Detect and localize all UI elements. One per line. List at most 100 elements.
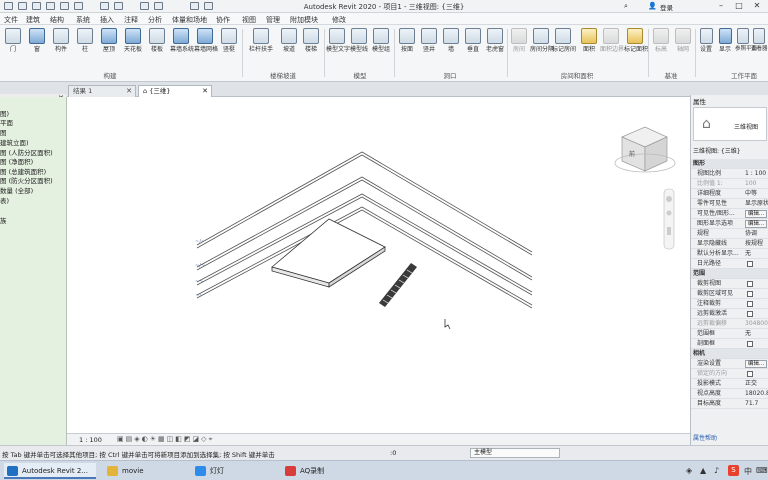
minimize-button[interactable]: –	[714, 1, 728, 11]
navigation-bar[interactable]	[663, 188, 675, 250]
taskbar-movie[interactable]: movie	[104, 463, 184, 479]
property-checkbox[interactable]	[747, 281, 753, 287]
zoom-icon[interactable]	[666, 210, 672, 216]
level-button[interactable]: 标高	[650, 28, 672, 53]
property-edit-button[interactable]: 编辑...	[745, 220, 767, 228]
menu-massing[interactable]: 体量和场地	[172, 15, 207, 25]
model-selector[interactable]: 主模型	[470, 448, 560, 458]
menu-annotate[interactable]: 注释	[124, 15, 138, 25]
property-value[interactable]: 协调	[745, 229, 757, 239]
property-row[interactable]: 视点高度 18020.8	[691, 389, 768, 399]
tree-item[interactable]: 图	[0, 127, 7, 137]
properties-help-link[interactable]: 属性帮助	[693, 433, 717, 442]
instance-selector[interactable]: 三维视图: {三维}	[693, 147, 767, 157]
property-checkbox[interactable]	[747, 371, 753, 377]
property-value[interactable]: 正交	[745, 379, 757, 389]
menu-view[interactable]: 视图	[242, 15, 256, 25]
property-row[interactable]: 可见性/图形... 编辑...	[691, 209, 768, 219]
tree-item[interactable]: 建筑立面)	[0, 137, 29, 147]
property-row[interactable]: 注释裁剪	[691, 299, 768, 309]
set-workplane-button[interactable]: 设置	[697, 28, 715, 53]
grid-button[interactable]: 轴网	[672, 28, 694, 53]
property-row[interactable]: 远剪裁激活	[691, 309, 768, 319]
ceiling-button[interactable]: 天花板	[122, 28, 144, 53]
ref-plane-button[interactable]: 参照平面	[735, 28, 757, 53]
property-row[interactable]: 规程 协调	[691, 229, 768, 239]
component-button[interactable]: 构件	[50, 28, 72, 53]
property-row[interactable]: 目标高度 71.7	[691, 399, 768, 409]
shield-icon[interactable]: ◈	[686, 466, 692, 475]
property-row[interactable]: 视图比例 1 : 100	[691, 169, 768, 179]
network-icon[interactable]: ▲	[700, 466, 706, 475]
property-value[interactable]: 显示原状	[745, 199, 768, 209]
menu-file[interactable]: 文件	[4, 15, 18, 25]
property-row[interactable]: 零件可见性 显示原状	[691, 199, 768, 209]
sign-in-link[interactable]: 登录	[660, 2, 673, 12]
property-row[interactable]: 范围框 无	[691, 329, 768, 339]
property-category[interactable]: 范围	[691, 269, 768, 279]
property-checkbox[interactable]	[747, 261, 753, 267]
railing-button[interactable]: 栏杆扶手	[248, 28, 274, 53]
tree-item[interactable]: 图 (净面积)	[0, 156, 33, 166]
property-checkbox[interactable]	[747, 341, 753, 347]
input-app-icon[interactable]: S	[728, 465, 739, 476]
shaft-button[interactable]: 竖井	[418, 28, 440, 53]
model-text-button[interactable]: 模型文字	[326, 28, 350, 53]
steering-wheel-icon[interactable]	[666, 196, 672, 202]
property-row[interactable]: 裁剪视图	[691, 279, 768, 289]
view-scale[interactable]: 1 : 100	[79, 436, 102, 444]
tree-item[interactable]: 数量 (全部)	[0, 185, 33, 195]
tab-result[interactable]: 结果 1 ✕	[68, 85, 136, 97]
user-icon[interactable]: 👤	[648, 2, 657, 10]
menu-architecture[interactable]: 建筑	[26, 15, 40, 25]
property-checkbox[interactable]	[747, 311, 753, 317]
orbit-icon[interactable]	[667, 227, 671, 235]
close-icon[interactable]: ✕	[202, 86, 208, 96]
vertical-button[interactable]: 垂直	[462, 28, 484, 53]
property-checkbox[interactable]	[747, 301, 753, 307]
curtain-grid-button[interactable]: 幕墙网格	[194, 28, 218, 53]
room-button[interactable]: 房间	[508, 28, 530, 53]
property-row[interactable]: 日光路径	[691, 259, 768, 269]
drawing-canvas[interactable]: ~/~ ~/~ ~~ ~~ 前	[67, 97, 690, 433]
property-value[interactable]: 按规程	[745, 239, 763, 249]
tab-3d[interactable]: ⌂ {三维} ✕	[138, 85, 212, 97]
property-row[interactable]: 渲染设置 编辑...	[691, 359, 768, 369]
property-row[interactable]: 裁剪区域可见	[691, 289, 768, 299]
ime-indicator[interactable]: 中	[744, 466, 752, 477]
view-controls-icons[interactable]: ▣▤◈◐☀▦◫◧◩◪◇⌖	[117, 435, 214, 444]
close-icon[interactable]: ✕	[126, 86, 132, 96]
property-edit-button[interactable]: 编辑...	[745, 210, 767, 218]
taskbar-revit[interactable]: Autodesk Revit 2...	[4, 463, 96, 479]
model-line-button[interactable]: 模型线	[348, 28, 370, 53]
tree-item[interactable]: 图 (防火分区面积)	[0, 175, 53, 185]
property-row[interactable]: 比例值 1: 100	[691, 179, 768, 189]
tag-area-button[interactable]: 标记面积	[624, 28, 648, 53]
search-icon[interactable]: ⌕	[624, 2, 628, 11]
viewcube[interactable]: 前	[614, 126, 676, 173]
tree-item[interactable]: 平面	[0, 117, 13, 127]
keyboard-icon[interactable]: ⌨	[756, 466, 768, 475]
window-button[interactable]: 窗	[26, 28, 48, 53]
property-edit-button[interactable]: 编辑...	[745, 360, 767, 368]
property-row[interactable]: 图形显示选项 编辑...	[691, 219, 768, 229]
menu-systems[interactable]: 系统	[76, 15, 90, 25]
by-face-button[interactable]: 按面	[396, 28, 418, 53]
model-3d-view[interactable]: ~/~ ~/~ ~~ ~~ 前	[67, 97, 690, 433]
property-value[interactable]: 100	[745, 179, 756, 189]
room-separator-button[interactable]: 房间分隔	[530, 28, 554, 53]
area-boundary-button[interactable]: 面积边界	[600, 28, 624, 53]
property-checkbox[interactable]	[747, 291, 753, 297]
tree-item[interactable]: 表)	[0, 195, 9, 205]
dormer-button[interactable]: 老虎窗	[484, 28, 506, 53]
property-row[interactable]: 详细程度 中等	[691, 189, 768, 199]
taskbar-recorder[interactable]: AQ录制	[282, 463, 362, 479]
close-button[interactable]: ✕	[750, 1, 764, 11]
tree-item[interactable]: 族	[0, 215, 7, 225]
property-category[interactable]: 相机	[691, 349, 768, 359]
property-row[interactable]: 默认分析显示... 无	[691, 249, 768, 259]
stair-button[interactable]: 楼梯	[300, 28, 322, 53]
roof-button[interactable]: 屋顶	[98, 28, 120, 53]
menu-insert[interactable]: 插入	[100, 15, 114, 25]
floor-button[interactable]: 楼板	[146, 28, 168, 53]
